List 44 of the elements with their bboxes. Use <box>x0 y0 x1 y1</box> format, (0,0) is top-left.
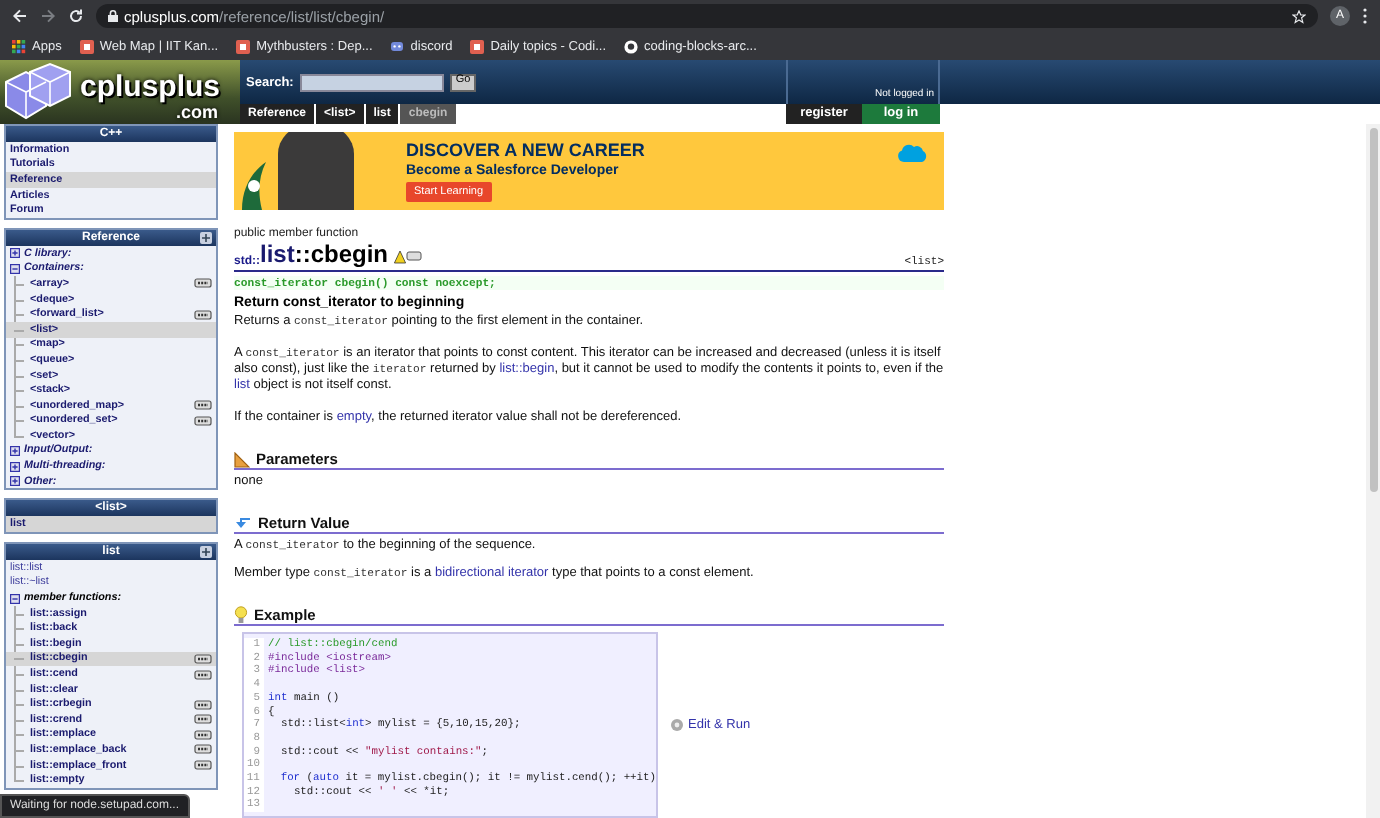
cloud-logo-icon <box>896 142 928 164</box>
container-link[interactable]: list <box>260 240 295 269</box>
gear-icon <box>670 718 684 733</box>
search-field[interactable] <box>299 73 444 91</box>
more-menu-icon[interactable] <box>1362 8 1368 24</box>
logo-text: cplusplus <box>80 70 221 104</box>
cpp11-badge-icon <box>194 415 212 426</box>
photo-placeholder <box>278 132 354 211</box>
cpp11-badge-icon <box>194 744 212 755</box>
member-title: ::cbegin <box>294 240 389 269</box>
site-logo[interactable]: cplusplus .com <box>0 60 240 124</box>
favicon-icon <box>236 39 251 53</box>
cpp11-badge-icon <box>194 309 212 320</box>
cpp11-badge-icon <box>194 669 212 680</box>
scrollbar-thumb[interactable] <box>1369 128 1377 492</box>
cpp11-badge-icon <box>194 760 212 771</box>
reload-icon[interactable] <box>68 8 84 24</box>
cpp11-badge-icon <box>194 714 212 725</box>
cpp11-badge-icon <box>194 699 212 710</box>
logo-domain: .com <box>176 102 219 122</box>
expand-icon[interactable] <box>10 445 20 456</box>
apps-grid-icon <box>12 39 26 53</box>
favicon-icon <box>79 39 94 53</box>
ad-headline: DISCOVER A NEW CAREER <box>406 140 645 161</box>
ruler-triangle-icon <box>234 451 250 468</box>
expand-icon[interactable] <box>10 461 20 472</box>
collapse-icon[interactable] <box>10 263 20 274</box>
return-arrow-icon <box>234 515 252 532</box>
cpp11-badge-icon <box>194 278 212 289</box>
cpp11-badge-icon <box>194 653 212 664</box>
cpp11-badge-icon <box>194 400 212 411</box>
toggle-icon[interactable] <box>200 231 212 244</box>
expand-icon[interactable] <box>10 248 20 259</box>
back-arrow-icon[interactable] <box>12 8 28 24</box>
collapse-icon[interactable] <box>10 593 20 604</box>
forward-arrow-icon[interactable] <box>40 8 56 24</box>
favicon-icon <box>470 39 485 53</box>
toggle-icon[interactable] <box>200 546 212 559</box>
lock-icon <box>108 10 118 22</box>
star-icon[interactable] <box>1292 9 1306 23</box>
cpp11-badge-icon <box>194 729 212 740</box>
lightbulb-icon <box>234 606 248 625</box>
chat-bubble-icon <box>390 39 405 53</box>
expand-icon[interactable] <box>10 476 20 487</box>
